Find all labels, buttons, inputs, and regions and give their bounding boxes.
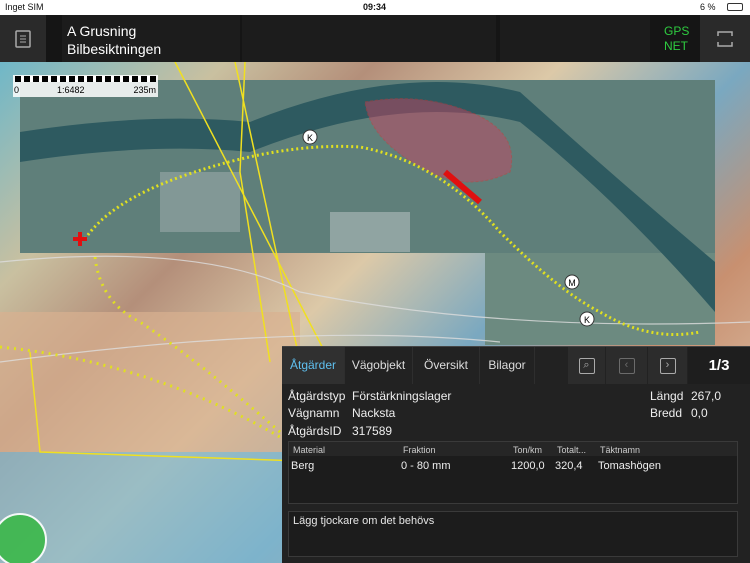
- width-value: 0,0: [691, 406, 708, 420]
- length-label: Längd: [650, 389, 684, 403]
- cell-totalt: 320,4: [555, 460, 583, 472]
- col-ton-km: Ton/km: [513, 445, 543, 455]
- previous-button[interactable]: ‹: [606, 347, 647, 384]
- road-value: Nacksta: [352, 406, 396, 420]
- scale-ratio: 1:6482: [57, 85, 85, 95]
- col-totalt: Totalt...: [557, 445, 587, 455]
- gps-label: GPS: [664, 24, 690, 38]
- material-table: Material Fraktion Ton/km Totalt... Täktn…: [288, 441, 738, 504]
- scale-bar: 0 1:6482 235m: [13, 75, 158, 97]
- marker-k2: K: [584, 315, 590, 325]
- detail-panel: Åtgärder Vägobjekt Översikt Bilagor ⌕ ‹ …: [282, 346, 750, 563]
- title-line2: Bilbesiktningen: [67, 41, 162, 57]
- notes-field[interactable]: Lägg tjockare om det behövs: [288, 511, 738, 557]
- tab-vagobjekt[interactable]: Vägobjekt: [345, 347, 413, 384]
- col-fraktion: Fraktion: [403, 445, 436, 455]
- next-button[interactable]: ›: [648, 347, 687, 384]
- tab-oversikt[interactable]: Översikt: [413, 347, 480, 384]
- tab-bilagor[interactable]: Bilagor: [480, 347, 535, 384]
- document-icon: [15, 29, 31, 48]
- scale-end: 235m: [133, 85, 156, 95]
- clock: 09:34: [363, 2, 387, 12]
- col-taktnamn: Täktnamn: [600, 445, 641, 455]
- title-line1: A Grusning: [67, 23, 137, 39]
- length-value: 267,0: [691, 389, 722, 403]
- cell-material: Berg: [291, 460, 315, 472]
- marker-k1: K: [307, 133, 313, 143]
- app-header: A Grusning Bilbesiktningen GPS NET: [0, 15, 750, 62]
- battery-icon: [727, 3, 743, 11]
- width-label: Bredd: [650, 406, 683, 420]
- marker-m: M: [568, 278, 576, 288]
- menu-button[interactable]: [0, 15, 46, 62]
- chevron-right-icon: ›: [659, 357, 676, 374]
- chevron-left-icon: ‹: [618, 357, 635, 374]
- carrier: Inget SIM: [5, 2, 44, 12]
- cell-ton-km: 1200,0: [511, 460, 545, 472]
- battery-text: 6 %: [700, 2, 716, 12]
- search-button[interactable]: ⌕: [568, 347, 605, 384]
- rotate-icon: [717, 30, 733, 47]
- location-button[interactable]: [0, 494, 48, 563]
- road-label: Vägnamn: [288, 406, 340, 420]
- gps-status: GPS NET: [664, 24, 689, 54]
- id-value: 317589: [352, 424, 393, 438]
- tab-atgarder[interactable]: Åtgärder: [282, 347, 345, 384]
- scale-start: 0: [14, 85, 20, 95]
- type-value: Förstärkningslager: [352, 389, 452, 403]
- col-material: Material: [293, 445, 326, 455]
- status-bar: Inget SIM 09:34 6 %: [0, 0, 750, 15]
- search-icon: ⌕: [578, 357, 595, 374]
- page-indicator: 1/3: [688, 347, 750, 384]
- net-label: NET: [664, 39, 688, 53]
- cell-fraktion: 0 - 80 mm: [401, 460, 451, 472]
- type-label: Åtgärdstyp: [288, 389, 346, 403]
- project-title: A Grusning Bilbesiktningen: [67, 22, 161, 58]
- id-label: ÅtgärdsID: [288, 424, 342, 438]
- cell-taktnamn: Tomashögen: [598, 460, 661, 472]
- rotate-button[interactable]: [700, 15, 750, 62]
